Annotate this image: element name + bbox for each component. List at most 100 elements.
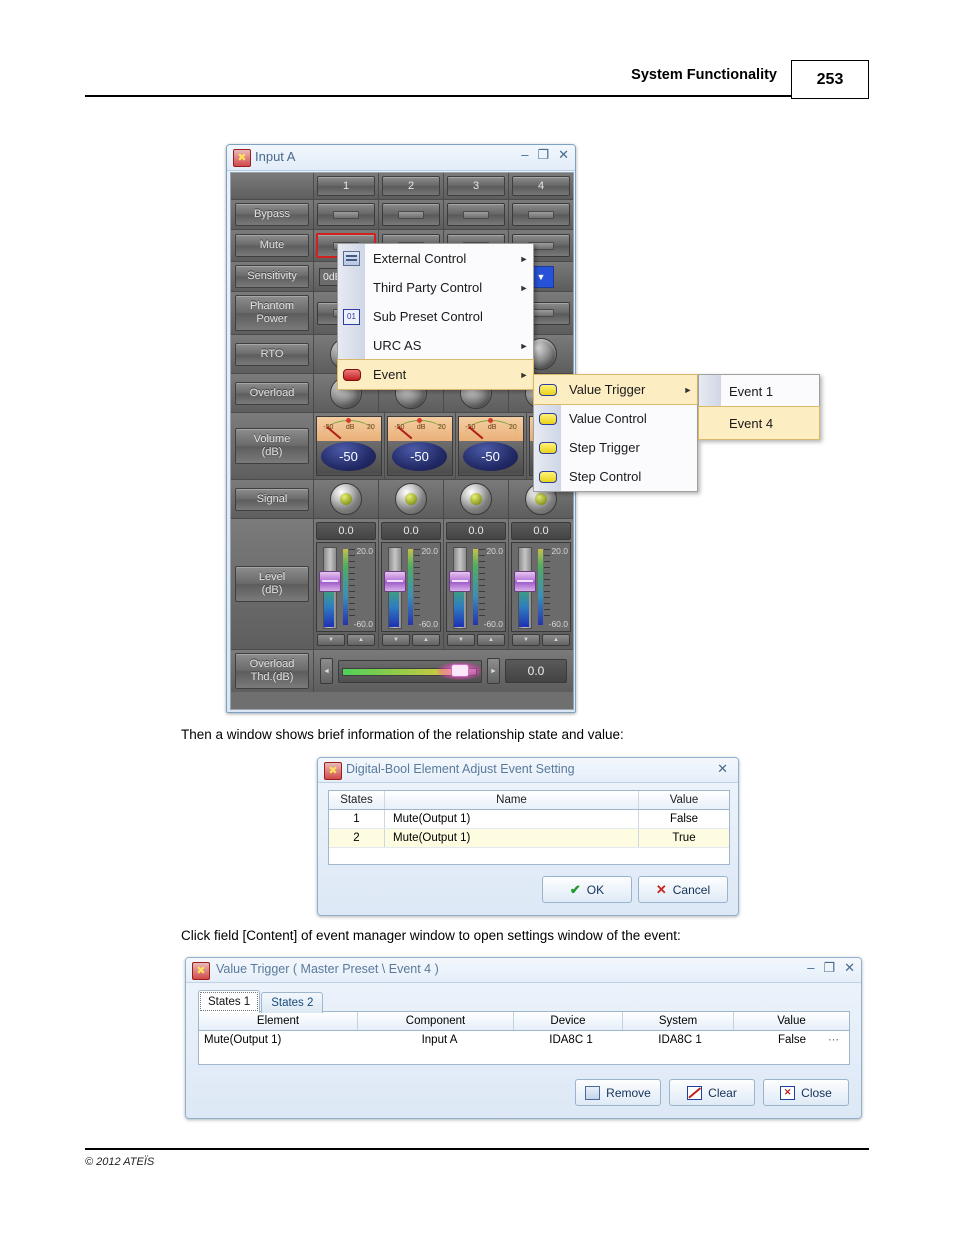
bypass-row: Bypass xyxy=(231,200,573,230)
cell-state: 1 xyxy=(329,810,385,828)
vu-meter-1[interactable]: -50 dB 20 -50 xyxy=(316,416,382,476)
sensitivity-label-cell: Sensitivity xyxy=(231,262,314,291)
overload-thd-decrement[interactable]: ◄ xyxy=(320,658,333,684)
clear-button[interactable]: Clear xyxy=(669,1079,755,1106)
maximize-icon[interactable]: ❐ xyxy=(823,961,835,975)
level-down-button-3[interactable]: ▼ xyxy=(447,634,475,646)
minimize-icon[interactable]: – xyxy=(521,148,528,162)
level-fader-area-1[interactable]: 20.0 -60.0 xyxy=(316,542,376,632)
cell-value: True xyxy=(672,832,696,844)
level-value-4[interactable]: 0.0 xyxy=(511,522,571,540)
vu-readout-area-2: -50 xyxy=(388,441,452,474)
level-label: Level (dB) xyxy=(235,566,309,602)
menu-item-event-1[interactable]: Event 1 xyxy=(699,375,819,407)
overload-thd-increment[interactable]: ► xyxy=(487,658,500,684)
level-label-text: Level xyxy=(258,571,286,583)
volume-value-2: -50 xyxy=(392,442,447,471)
level-meter-bar-2 xyxy=(408,549,413,625)
tab-states-2[interactable]: States 2 xyxy=(261,992,324,1013)
menu-item-event-4[interactable]: Event 4 xyxy=(698,406,820,440)
digital-bool-header-row: States Name Value xyxy=(329,791,729,810)
level-value-1[interactable]: 0.0 xyxy=(316,522,376,540)
channel-button-1[interactable]: 1 xyxy=(317,176,375,196)
value-trigger-window-controls: – ❐ ✕ xyxy=(807,961,855,975)
level-scale-low-2: -60.0 xyxy=(418,619,438,629)
column-header-component: Component xyxy=(358,1012,514,1030)
table-row[interactable]: 1 Mute(Output 1) False xyxy=(329,810,729,829)
cell-element: Mute(Output 1) xyxy=(204,1034,282,1046)
fader-knob-2[interactable] xyxy=(384,571,406,592)
remove-button[interactable]: Remove xyxy=(575,1079,661,1106)
level-fader-area-3[interactable]: 20.0 -60.0 xyxy=(446,542,506,632)
menu-item-value-control[interactable]: Value Control xyxy=(534,404,697,433)
close-icon[interactable]: ✕ xyxy=(558,148,569,162)
bypass-toggle-3[interactable] xyxy=(447,203,505,226)
menu-item-third-party-control[interactable]: Third Party Control ► xyxy=(338,273,533,302)
level-down-button-2[interactable]: ▼ xyxy=(382,634,410,646)
menu-item-step-trigger[interactable]: Step Trigger xyxy=(534,433,697,462)
level-down-button-1[interactable]: ▼ xyxy=(317,634,345,646)
level-up-button-1[interactable]: ▲ xyxy=(347,634,375,646)
submenu-arrow-icon: ► xyxy=(519,340,529,351)
overload-thd-label-cell: Overload Thd.(dB) xyxy=(231,650,314,692)
minimize-icon[interactable]: – xyxy=(807,961,814,975)
ok-button[interactable]: ✔ OK xyxy=(542,876,632,903)
level-down-button-4[interactable]: ▼ xyxy=(512,634,540,646)
level-up-button-2[interactable]: ▲ xyxy=(412,634,440,646)
signal-cell-2 xyxy=(379,480,444,518)
menu-item-value-control-label: Value Control xyxy=(569,411,647,426)
level-steppers-3: ▼ ▲ xyxy=(447,634,505,646)
menu-item-value-trigger[interactable]: Value Trigger ► xyxy=(533,374,698,405)
cancel-button[interactable]: ✕ Cancel xyxy=(638,876,728,903)
vu-peak-led-icon xyxy=(488,418,493,423)
level-meter-ticks-2 xyxy=(414,549,420,625)
ellipsis-button[interactable]: ⋯ xyxy=(828,1033,839,1046)
maximize-icon[interactable]: ❐ xyxy=(537,148,549,162)
level-value-2[interactable]: 0.0 xyxy=(381,522,441,540)
menu-item-external-control[interactable]: External Control ► xyxy=(338,244,533,273)
tab-states-1[interactable]: States 1 xyxy=(198,990,261,1013)
menu-item-event[interactable]: Event ► xyxy=(337,359,534,390)
channel-button-2[interactable]: 2 xyxy=(382,176,440,196)
level-up-button-4[interactable]: ▲ xyxy=(542,634,570,646)
close-icon[interactable]: ✕ xyxy=(717,761,728,777)
level-meter-ticks-1 xyxy=(349,549,355,625)
close-icon[interactable]: ✕ xyxy=(844,961,855,975)
fader-knob-4[interactable] xyxy=(514,571,536,592)
phantom-power-label-cell: Phantom Power xyxy=(231,292,314,334)
menu-item-step-control[interactable]: Step Control xyxy=(534,462,697,491)
menu-item-sub-preset-control[interactable]: 01 Sub Preset Control xyxy=(338,302,533,331)
level-fader-area-2[interactable]: 20.0 -60.0 xyxy=(381,542,441,632)
bypass-toggle-2[interactable] xyxy=(382,203,440,226)
bypass-toggle-4[interactable] xyxy=(512,203,570,226)
level-fader-area-4[interactable]: 20.0 -60.0 xyxy=(511,542,571,632)
menu-item-urc-as[interactable]: URC AS ► xyxy=(338,331,533,360)
bypass-toggle-1[interactable] xyxy=(317,203,375,226)
overload-thd-slider[interactable] xyxy=(338,659,482,683)
level-meter-bar-1 xyxy=(343,549,348,625)
volume-value-1: -50 xyxy=(321,442,376,471)
channel-button-3[interactable]: 3 xyxy=(447,176,505,196)
vu-meter-2[interactable]: -50 dB 20 -50 xyxy=(387,416,453,476)
fader-knob-3[interactable] xyxy=(449,571,471,592)
vu-meter-3[interactable]: -50 dB 20 -50 xyxy=(458,416,524,476)
table-row[interactable]: 2 Mute(Output 1) True xyxy=(329,829,729,848)
value-trigger-buttons: Remove Clear ✕ Close xyxy=(575,1079,849,1106)
signal-label-cell: Signal xyxy=(231,480,314,518)
level-value-3[interactable]: 0.0 xyxy=(446,522,506,540)
fader-knob-1[interactable] xyxy=(319,571,341,592)
overload-thd-value[interactable]: 0.0 xyxy=(505,659,567,683)
corner-cell xyxy=(231,173,314,199)
close-button[interactable]: ✕ Close xyxy=(763,1079,849,1106)
overload-thd-slider-thumb[interactable] xyxy=(437,661,481,680)
channel-button-4[interactable]: 4 xyxy=(512,176,570,196)
table-row[interactable]: Mute(Output 1) Input A IDA8C 1 IDA8C 1 F… xyxy=(199,1031,849,1049)
level-scale-high-1: 20.0 xyxy=(356,546,373,556)
vu-scale-max: 20 xyxy=(437,424,446,431)
signal-label: Signal xyxy=(235,487,309,511)
level-up-button-3[interactable]: ▲ xyxy=(477,634,505,646)
cell-device: IDA8C 1 xyxy=(549,1034,593,1046)
signal-led-3 xyxy=(460,483,492,515)
value-trigger-tabs: States 1 States 2 xyxy=(198,990,324,1013)
digital-bool-dialog: ✖ Digital-Bool Element Adjust Event Sett… xyxy=(317,757,739,916)
